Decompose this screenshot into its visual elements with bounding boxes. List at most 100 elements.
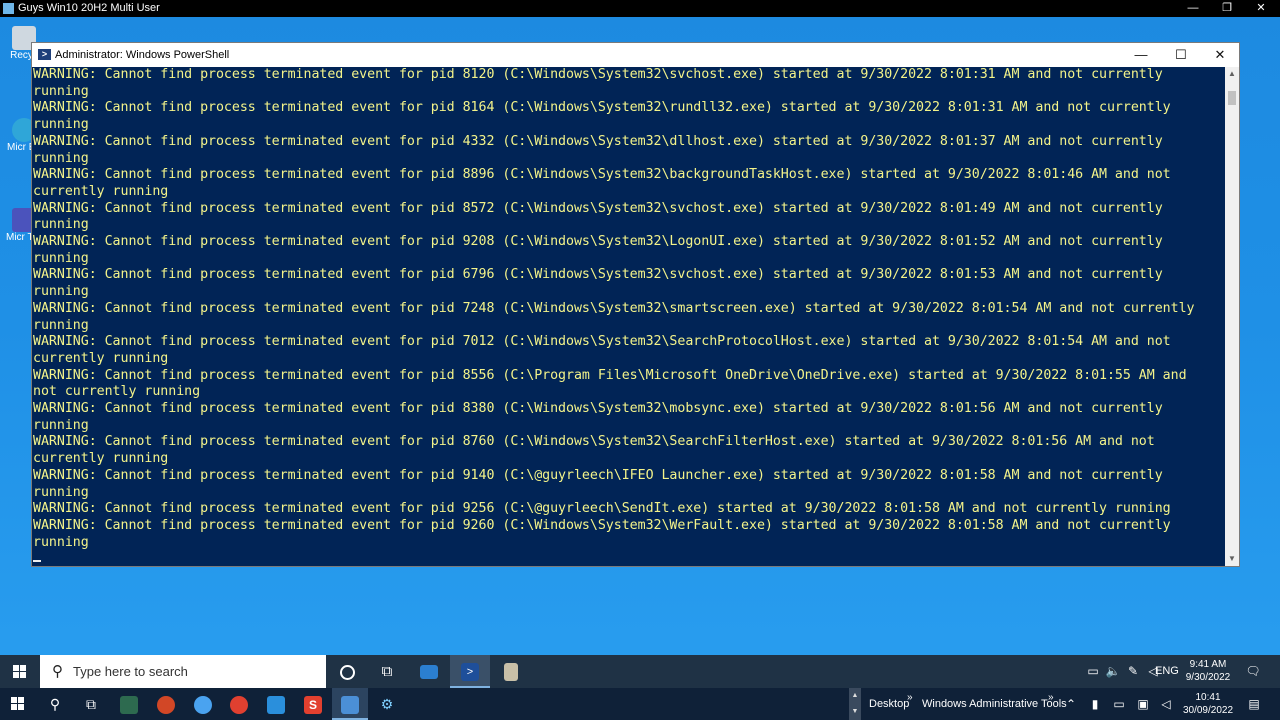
vm-search-box[interactable]: ⚲ Type here to search [40,655,326,688]
console-line: WARNING: Cannot find process terminated … [33,100,1171,116]
console-cursor [33,560,41,563]
powerpoint-icon [157,696,175,715]
toolbar-chevron[interactable]: » [907,688,913,708]
host-title-bar: Guys Win10 20H2 Multi User — ❐ ✕ [0,0,1280,17]
search-icon: ⚲ [49,696,61,712]
vertical-scrollbar[interactable]: ▲ ▼ [1225,67,1239,566]
vm-taskbar: ⚲ Type here to search ⧉ > ▭ 🔈 ✎ ◁ ENG 9:… [0,655,1280,688]
console-text: WARNING: Cannot find process terminated … [32,67,1225,566]
toolbar-desktop[interactable]: Desktop [869,688,909,720]
console-line: running [33,534,89,550]
task-view-icon: ⧉ [381,663,393,680]
search-placeholder: Type here to search [73,664,188,679]
app-icon [120,696,138,715]
console-line: WARNING: Cannot find process terminated … [33,167,1171,183]
vscode-icon [267,696,285,715]
network-tray-icon[interactable]: ▣ [1133,688,1153,720]
console-line: running [33,250,89,266]
notepad-icon [504,663,518,682]
host-search-button[interactable]: ⚲ [37,688,73,720]
host-restore-button[interactable]: ❐ [1210,0,1244,17]
host-clock[interactable]: 10:41 30/09/2022 [1180,691,1236,717]
host-start-button[interactable] [0,688,36,720]
console-line: WARNING: Cannot find process terminated … [33,234,1163,250]
console-line: WARNING: Cannot find process terminated … [33,401,1163,417]
search-icon: ⚲ [52,663,63,680]
notification-icon[interactable]: 🗨 [1243,655,1263,688]
gear-icon: ⚙ [380,696,394,712]
pen-tray-icon[interactable]: ✎ [1123,655,1143,688]
console-output[interactable]: WARNING: Cannot find process terminated … [32,67,1225,566]
scroll-up-arrow-icon[interactable]: ▲ [1225,67,1239,81]
host-app-vscode[interactable] [258,688,294,720]
host-task-view-button[interactable]: ⧉ [73,688,109,720]
vm-clock[interactable]: 9:41 AM 9/30/2022 [1180,658,1236,684]
host-clock-time: 10:41 [1195,692,1221,703]
volume-tray-icon[interactable]: ◁ [1156,688,1176,720]
mail-icon [420,665,438,680]
console-line: running [33,83,89,99]
console-line: WARNING: Cannot find process terminated … [33,467,1163,483]
console-line: WARNING: Cannot find process terminated … [33,267,1163,283]
notification-icon[interactable]: ▤ [1244,688,1264,720]
host-app-powerpoint[interactable] [148,688,184,720]
taskbar-app[interactable] [491,655,531,688]
console-line: WARNING: Cannot find process terminated … [33,67,1163,82]
window-title: Administrator: Windows PowerShell [55,49,230,61]
maximize-button[interactable]: ☐ [1161,43,1201,67]
language-indicator[interactable]: ENG [1155,655,1179,688]
console-line: running [33,484,89,500]
console-line: WARNING: Cannot find process terminated … [33,200,1163,216]
console-line: currently running [33,183,169,199]
console-line: running [33,217,89,233]
powershell-icon: > [38,49,51,60]
host-app-vscode-insiders[interactable] [111,688,147,720]
console-line: currently running [33,350,169,366]
cortana-button[interactable] [327,655,367,688]
host-app-rdp-active[interactable] [332,688,368,720]
scroll-down-arrow-icon[interactable]: ▼ [1225,552,1239,566]
scrollbar-thumb[interactable] [1228,91,1236,105]
window-title-bar[interactable]: > Administrator: Windows PowerShell — ☐ … [32,43,1239,67]
host-app-s[interactable]: S [295,688,331,720]
powershell-taskbar-icon: > [461,663,479,682]
console-line: currently running [33,451,169,467]
microphone-tray-icon[interactable]: ▮ [1085,688,1105,720]
console-line: running [33,284,89,300]
remote-desktop-icon [3,3,14,14]
taskbar-mail[interactable] [409,655,449,688]
toolbar-chevron-2[interactable]: » [1048,688,1054,708]
host-app-settings[interactable]: ⚙ [369,688,405,720]
console-line: WARNING: Cannot find process terminated … [33,434,1155,450]
host-taskbar: ⚲ ⧉ S ⚙ Desktop » Windows Administrative… [0,688,1280,720]
toolbar-scroll[interactable]: ▲ ▼ [849,688,861,720]
remote-app-icon [230,696,248,715]
cortana-icon [339,664,355,680]
close-button[interactable]: ✕ [1200,43,1240,67]
host-minimize-button[interactable]: — [1176,0,1210,17]
remote-desktop-icon [341,696,359,715]
console-line: WARNING: Cannot find process terminated … [33,517,1171,533]
chat-icon [194,696,212,715]
console-line: WARNING: Cannot find process terminated … [33,334,1171,350]
console-line: running [33,117,89,133]
host-close-button[interactable]: ✕ [1244,0,1278,17]
task-view-button[interactable]: ⧉ [367,655,407,688]
battery-tray-icon[interactable]: ▭ [1109,688,1129,720]
taskbar-powershell[interactable]: > [450,655,490,688]
volume-tray-icon[interactable]: 🔈 [1103,655,1123,688]
show-hidden-icons-chevron-icon[interactable]: ⌃ [1061,688,1081,720]
console-line: not currently running [33,384,201,400]
console-line: running [33,150,89,166]
vm-start-button[interactable] [0,655,40,688]
console-line: running [33,417,89,433]
s-app-icon: S [304,696,322,715]
host-window-title: Guys Win10 20H2 Multi User [18,2,160,14]
task-view-icon: ⧉ [86,696,96,712]
network-tray-icon[interactable]: ▭ [1083,655,1103,688]
host-app-chat[interactable] [185,688,221,720]
toolbar-admin-tools[interactable]: Windows Administrative Tools [922,688,1067,720]
minimize-button[interactable]: — [1121,43,1161,67]
host-app-remote[interactable] [221,688,257,720]
console-line: WARNING: Cannot find process terminated … [33,133,1163,149]
